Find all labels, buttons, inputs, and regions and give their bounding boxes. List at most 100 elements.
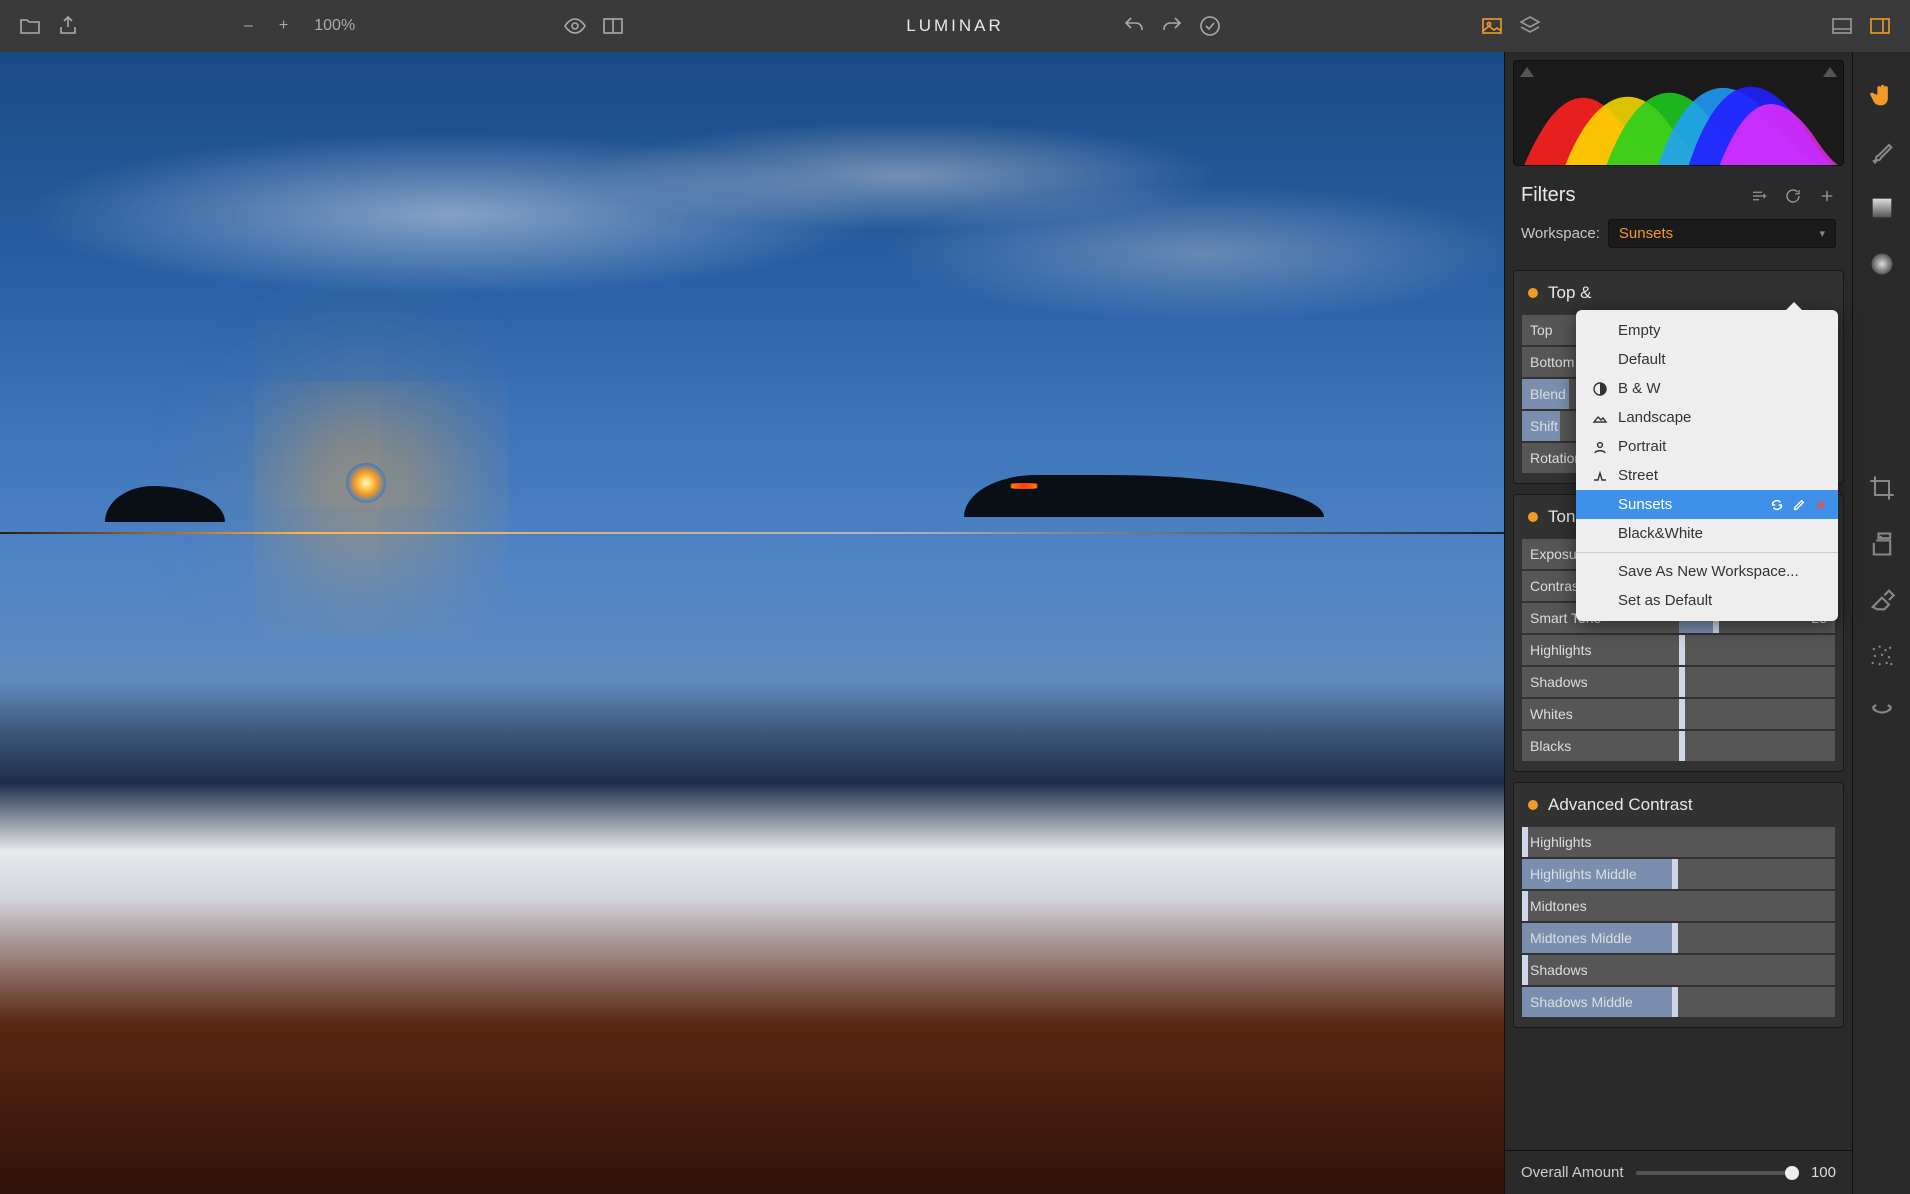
workspace-item-street[interactable]: Street bbox=[1576, 461, 1838, 490]
slider-label: Bottom bbox=[1522, 354, 1574, 370]
apply-icon[interactable] bbox=[1198, 14, 1222, 38]
image-mode-icon[interactable] bbox=[1480, 14, 1504, 38]
menu-item-label: Street bbox=[1618, 467, 1658, 484]
layers-icon[interactable] bbox=[1518, 14, 1542, 38]
slider-label: Blend bbox=[1522, 386, 1566, 402]
slider-blacks[interactable]: Blacks bbox=[1522, 731, 1835, 761]
slider-label: Rotation bbox=[1522, 450, 1582, 466]
slider-label: Midtones Middle bbox=[1522, 930, 1632, 946]
menu-item-label: Landscape bbox=[1618, 409, 1691, 426]
slider-label: Whites bbox=[1522, 706, 1573, 722]
chevron-down-icon: ▾ bbox=[1819, 227, 1825, 240]
histogram-highlight-clip-icon[interactable] bbox=[1823, 67, 1837, 77]
filters-title: Filters bbox=[1521, 184, 1575, 207]
overall-value: 100 bbox=[1811, 1164, 1836, 1181]
filters-panel: Filters Workspace: Sunsets ▾ bbox=[1504, 52, 1852, 1194]
side-panel-icon[interactable] bbox=[1868, 14, 1892, 38]
undo-icon[interactable] bbox=[1122, 14, 1146, 38]
slider-label: Midtones bbox=[1522, 898, 1587, 914]
overall-label: Overall Amount bbox=[1521, 1164, 1624, 1181]
workspace-item-landscape[interactable]: Landscape bbox=[1576, 403, 1838, 432]
menu-item-label: Set as Default bbox=[1618, 592, 1712, 609]
workspace-item-bw[interactable]: B & W bbox=[1576, 374, 1838, 403]
filters-header: Filters bbox=[1505, 174, 1852, 213]
zoom-level-label[interactable]: 100% bbox=[314, 17, 355, 35]
overall-slider[interactable] bbox=[1636, 1171, 1799, 1175]
eye-icon[interactable] bbox=[563, 14, 587, 38]
group-enable-dot[interactable] bbox=[1528, 512, 1538, 522]
compare-icon[interactable] bbox=[601, 14, 625, 38]
erase-icon[interactable] bbox=[1868, 586, 1896, 614]
workspace-dropdown[interactable]: Sunsets ▾ bbox=[1608, 219, 1836, 248]
tool-strip bbox=[1852, 52, 1910, 1194]
hand-icon[interactable] bbox=[1868, 82, 1896, 110]
delete-icon[interactable] bbox=[1814, 498, 1828, 512]
crop-icon[interactable] bbox=[1868, 474, 1896, 502]
group-title: Top & bbox=[1548, 283, 1591, 303]
slider-label: Contrast bbox=[1522, 578, 1583, 594]
slider-ac-hl-mid[interactable]: Highlights Middle bbox=[1522, 859, 1835, 889]
slider-knob[interactable] bbox=[1785, 1166, 1799, 1180]
workspace-item-sunsets[interactable]: Sunsets bbox=[1576, 490, 1838, 519]
main-body: Filters Workspace: Sunsets ▾ bbox=[0, 52, 1910, 1194]
info-panel-icon[interactable] bbox=[1830, 14, 1854, 38]
slider-label: Shift bbox=[1522, 418, 1558, 434]
redo-icon[interactable] bbox=[1160, 14, 1184, 38]
add-filter-icon[interactable] bbox=[1750, 187, 1768, 205]
menu-item-label: Save As New Workspace... bbox=[1618, 563, 1799, 580]
street-icon bbox=[1592, 468, 1608, 484]
clone-icon[interactable] bbox=[1868, 530, 1896, 558]
group-enable-dot[interactable] bbox=[1528, 800, 1538, 810]
workspace-selected-value: Sunsets bbox=[1619, 225, 1673, 242]
noise-icon[interactable] bbox=[1868, 642, 1896, 670]
slider-highlights[interactable]: Highlights bbox=[1522, 635, 1835, 665]
workspace-save-as[interactable]: Save As New Workspace... bbox=[1576, 557, 1838, 586]
transform-icon[interactable] bbox=[1868, 698, 1896, 726]
edit-icon[interactable] bbox=[1792, 498, 1806, 512]
menu-separator bbox=[1576, 552, 1838, 553]
reset-icon[interactable] bbox=[1784, 187, 1802, 205]
slider-whites[interactable]: Whites bbox=[1522, 699, 1835, 729]
slider-label: Blacks bbox=[1522, 738, 1571, 754]
slider-ac-sh-mid[interactable]: Shadows Middle bbox=[1522, 987, 1835, 1017]
slider-label: Highlights bbox=[1522, 834, 1591, 850]
slider-label: Shadows bbox=[1522, 674, 1588, 690]
workspace-item-bw2[interactable]: Black&White bbox=[1576, 519, 1838, 548]
workspace-item-portrait[interactable]: Portrait bbox=[1576, 432, 1838, 461]
menu-item-label: Default bbox=[1618, 351, 1666, 368]
group-header[interactable]: Advanced Contrast bbox=[1514, 783, 1843, 825]
menu-item-label: Portrait bbox=[1618, 438, 1666, 455]
gradient-icon[interactable] bbox=[1868, 194, 1896, 222]
group-enable-dot[interactable] bbox=[1528, 288, 1538, 298]
top-toolbar: – + 100% LUMINAR bbox=[0, 0, 1910, 52]
histogram[interactable] bbox=[1513, 60, 1844, 166]
slider-label: Top bbox=[1522, 322, 1553, 338]
folder-icon[interactable] bbox=[18, 14, 42, 38]
slider-ac-mid-mid[interactable]: Midtones Middle bbox=[1522, 923, 1835, 953]
slider-ac-highlights[interactable]: Highlights bbox=[1522, 827, 1835, 857]
menu-item-label: B & W bbox=[1618, 380, 1661, 397]
share-icon[interactable] bbox=[56, 14, 80, 38]
slider-label: Shadows bbox=[1522, 962, 1588, 978]
half-circle-icon bbox=[1592, 381, 1608, 397]
histogram-shadow-clip-icon[interactable] bbox=[1520, 67, 1534, 77]
slider-shadows[interactable]: Shadows bbox=[1522, 667, 1835, 697]
workspace-menu: Empty Default B & W Landscape Portrait S… bbox=[1576, 310, 1838, 621]
workspace-item-empty[interactable]: Empty bbox=[1576, 316, 1838, 345]
portrait-icon bbox=[1592, 439, 1608, 455]
zoom-in-button[interactable]: + bbox=[273, 17, 294, 35]
slider-ac-midtones[interactable]: Midtones bbox=[1522, 891, 1835, 921]
radial-icon[interactable] bbox=[1868, 250, 1896, 278]
overall-amount-row: Overall Amount 100 bbox=[1505, 1150, 1852, 1194]
slider-label: Highlights bbox=[1522, 642, 1591, 658]
sync-icon[interactable] bbox=[1770, 498, 1784, 512]
filter-group-adv-contrast: Advanced Contrast Highlights Highlights … bbox=[1513, 782, 1844, 1028]
landscape-icon bbox=[1592, 410, 1608, 426]
slider-ac-shadows[interactable]: Shadows bbox=[1522, 955, 1835, 985]
brush-icon[interactable] bbox=[1868, 138, 1896, 166]
workspace-item-default[interactable]: Default bbox=[1576, 345, 1838, 374]
canvas-area[interactable] bbox=[0, 52, 1504, 1194]
plus-icon[interactable] bbox=[1818, 187, 1836, 205]
workspace-set-default[interactable]: Set as Default bbox=[1576, 586, 1838, 615]
zoom-out-button[interactable]: – bbox=[238, 17, 259, 35]
